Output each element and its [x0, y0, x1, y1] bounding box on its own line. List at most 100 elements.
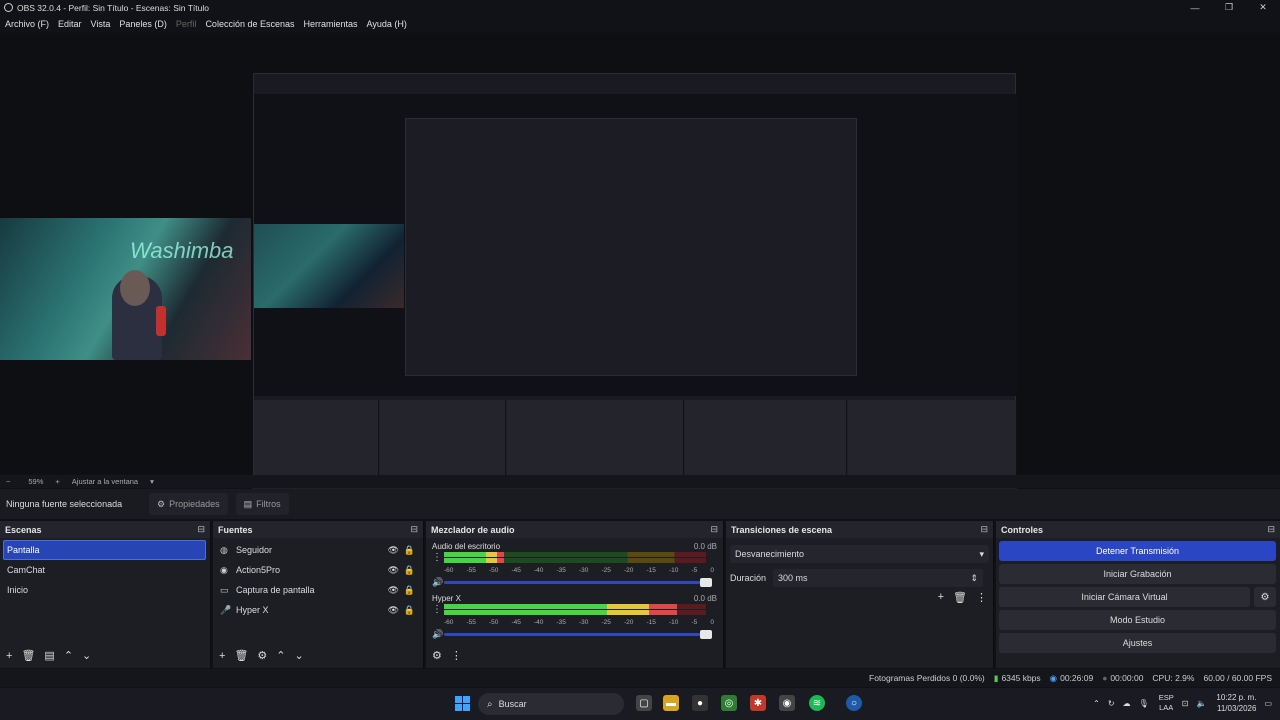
volume-slider-handle[interactable]	[700, 630, 712, 639]
dock-float-icon[interactable]: ⊟	[980, 524, 988, 535]
search-box[interactable]: ⌕ Buscar	[478, 693, 624, 715]
visibility-icon[interactable]: 👁	[388, 605, 399, 616]
start-virtual-camera-button[interactable]: Iniciar Cámara Virtual	[999, 587, 1250, 607]
visibility-icon[interactable]: 👁	[388, 545, 399, 556]
maximize-button[interactable]: ❐	[1212, 0, 1246, 15]
menu-profile[interactable]: Perfil	[176, 19, 197, 29]
stop-stream-button[interactable]: Detener Transmisión	[999, 541, 1276, 561]
scene-item[interactable]: Inicio	[0, 580, 210, 600]
cloud-icon[interactable]: ☁	[1123, 699, 1131, 708]
volume-slider[interactable]	[444, 578, 712, 587]
properties-button[interactable]: ⚙ Propiedades	[149, 493, 228, 515]
move-up-icon[interactable]: ⌃	[276, 649, 285, 662]
move-down-icon[interactable]: ⌄	[82, 649, 91, 662]
filter-icon: ▤	[243, 498, 253, 509]
visibility-icon[interactable]: 👁	[388, 565, 399, 576]
zoom-dropdown-icon[interactable]: ▾	[150, 477, 154, 486]
network-icon[interactable]: ⊡	[1182, 699, 1189, 708]
remove-transition-icon[interactable]: 🗑	[953, 591, 967, 604]
menu-docks[interactable]: Paneles (D)	[119, 19, 167, 29]
close-button[interactable]: ✕	[1246, 0, 1280, 15]
title-bar: OBS 32.0.4 - Perfil: Sin Título - Escena…	[0, 0, 1280, 15]
fps: 60.00 / 60.00 FPS	[1203, 673, 1272, 683]
menu-scene-collection[interactable]: Colección de Escenas	[205, 19, 294, 29]
source-item[interactable]: ◍ Seguidor 👁 🔒	[213, 540, 423, 560]
stream-icon: ◉	[1049, 672, 1058, 683]
source-type-icon: ◍	[220, 544, 228, 555]
meter-scale: -60 -55 -50 -45 -40 -35 -30 -25 -20 -15 -10 -5 0	[444, 567, 714, 574]
visibility-icon[interactable]: 👁	[388, 585, 399, 596]
lock-icon[interactable]: 🔒	[404, 585, 415, 596]
add-source-icon[interactable]: +	[219, 650, 225, 662]
menu-view[interactable]: Vista	[91, 19, 111, 29]
obs-taskbar-icon[interactable]: ◉	[779, 695, 795, 711]
spin-arrows-icon[interactable]: ⇕	[970, 573, 978, 584]
channel-menu-icon[interactable]: ⋮	[432, 604, 442, 615]
source-item[interactable]: ◉ Action5Pro 👁 🔒	[213, 560, 423, 580]
menu-tools[interactable]: Herramientas	[304, 19, 358, 29]
nested-docks	[254, 400, 1017, 484]
notification-icon[interactable]: ▭	[1264, 699, 1272, 708]
lock-icon[interactable]: 🔒	[404, 545, 415, 556]
settings-button[interactable]: Ajustes	[999, 633, 1276, 653]
channel-menu-icon[interactable]: ⋮	[432, 552, 442, 563]
dock-float-icon[interactable]: ⊟	[710, 524, 718, 535]
lock-icon[interactable]: 🔒	[404, 565, 415, 576]
source-type-icon: 🎤	[220, 604, 232, 615]
language-indicator[interactable]: ESP LAA	[1159, 693, 1174, 713]
volume-slider[interactable]	[444, 630, 712, 639]
app-icon[interactable]: ✱	[750, 695, 766, 711]
zoom-out-button[interactable]: −	[6, 477, 10, 486]
remove-source-icon[interactable]: 🗑	[234, 649, 248, 662]
scene-item[interactable]: Pantalla	[3, 540, 206, 560]
advanced-audio-icon[interactable]: ⚙	[432, 649, 442, 662]
sync-icon[interactable]: ↻	[1108, 699, 1115, 708]
windows-start-icon[interactable]	[455, 696, 470, 711]
menu-file[interactable]: Archivo (F)	[5, 19, 49, 29]
move-down-icon[interactable]: ⌄	[295, 649, 304, 662]
add-scene-icon[interactable]: +	[6, 650, 12, 662]
scene-filters-icon[interactable]: ▤	[44, 649, 54, 662]
chrome-icon[interactable]: ◎	[721, 695, 737, 711]
speaker-icon[interactable]: 🔊	[432, 577, 443, 588]
app-icon[interactable]: ○	[846, 695, 862, 711]
menu-help[interactable]: Ayuda (H)	[367, 19, 407, 29]
move-up-icon[interactable]: ⌃	[64, 649, 73, 662]
add-transition-icon[interactable]: +	[938, 591, 944, 604]
mixer-menu-icon[interactable]: ⋮	[451, 649, 462, 662]
source-item[interactable]: 🎤 Hyper X 👁 🔒	[213, 600, 423, 620]
speaker-icon[interactable]: 🔊	[432, 629, 443, 640]
volume-icon[interactable]: 🔈	[1196, 699, 1206, 708]
dock-float-icon[interactable]: ⊟	[1267, 524, 1275, 535]
lock-icon[interactable]: 🔒	[404, 605, 415, 616]
zoom-fit-button[interactable]: Ajustar a la ventana	[72, 477, 138, 486]
studio-mode-button[interactable]: Modo Estudio	[999, 610, 1276, 630]
source-item[interactable]: ▭ Captura de pantalla 👁 🔒	[213, 580, 423, 600]
scene-item[interactable]: CamChat	[0, 560, 210, 580]
transition-select[interactable]: Desvanecimiento ▾	[730, 545, 989, 563]
filters-button[interactable]: ▤ Filtros	[235, 493, 289, 515]
microphone-icon[interactable]: 🎙	[1139, 699, 1149, 708]
spotify-icon[interactable]: ≋	[809, 695, 825, 711]
channel-name: Hyper X	[432, 594, 461, 603]
task-view-icon[interactable]: ▢	[636, 695, 652, 711]
duration-field[interactable]: 300 ms ⇕	[773, 569, 984, 587]
remove-scene-icon[interactable]: 🗑	[21, 649, 35, 662]
menu-edit[interactable]: Editar	[58, 19, 82, 29]
dock-float-icon[interactable]: ⊟	[410, 524, 418, 535]
zoom-in-button[interactable]: +	[55, 477, 59, 486]
volume-slider-handle[interactable]	[700, 578, 712, 587]
transition-selected: Desvanecimiento	[735, 549, 805, 559]
clock[interactable]: 10:22 p. m. 11/03/2026	[1216, 692, 1256, 714]
zoom-level: 59%	[28, 477, 44, 486]
gear-icon[interactable]: ⚙	[1254, 587, 1276, 607]
start-recording-button[interactable]: Iniciar Grabación	[999, 564, 1276, 584]
chevron-up-icon[interactable]: ⌃	[1093, 699, 1100, 708]
file-explorer-icon[interactable]: ▬	[663, 695, 679, 711]
minimize-button[interactable]: —	[1178, 0, 1212, 15]
dock-float-icon[interactable]: ⊟	[197, 524, 205, 535]
source-properties-icon[interactable]: ⚙	[257, 649, 267, 662]
system-tray: ⌃ ↻ ☁ 🎙 ESP LAA ⊡ 🔈 10:22 p. m. 11/03/2026…	[1085, 692, 1272, 714]
transition-menu-icon[interactable]: ⋮	[976, 591, 987, 604]
app-icon[interactable]: ●	[692, 695, 708, 711]
